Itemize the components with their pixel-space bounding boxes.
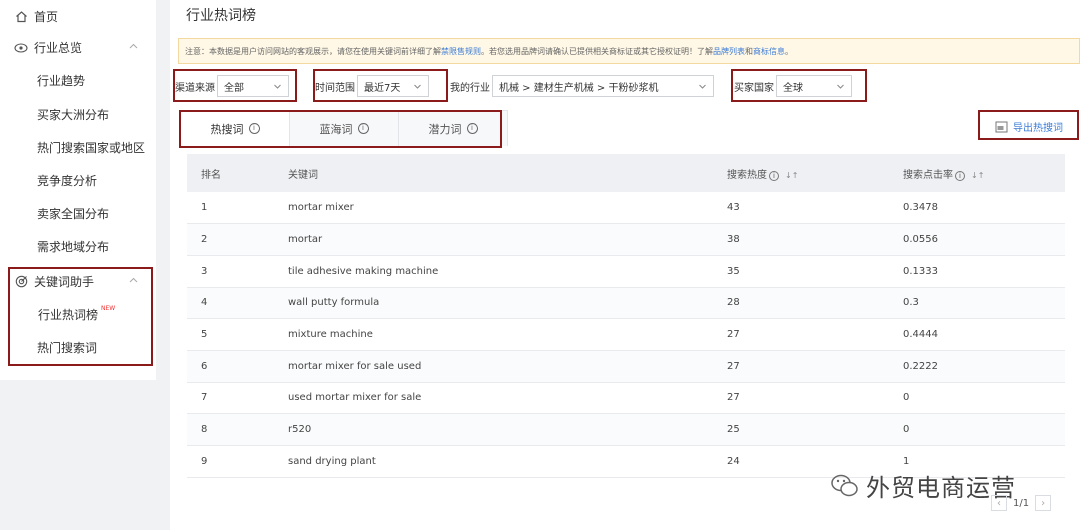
prohibited-rules-link[interactable]: 禁限售规则 xyxy=(441,46,481,57)
pagination: ‹ 1/1 › xyxy=(985,495,1057,511)
search-heat-cell: 43 xyxy=(713,192,889,225)
search-heat-cell: 28 xyxy=(713,287,889,320)
search-heat-cell: 38 xyxy=(713,223,889,256)
search-heat-cell: 27 xyxy=(713,318,889,351)
sidebar-item-overview[interactable]: 行业总览 xyxy=(0,31,156,64)
info-icon[interactable]: i xyxy=(769,170,779,181)
highlight-box xyxy=(731,69,867,102)
click-rate-cell: 0 xyxy=(889,413,1065,446)
industry-filter: 我的行业 机械 > 建材生产机械 > 干粉砂浆机 xyxy=(450,72,714,100)
table-row: 1 mortar mixer 43 0.3478 xyxy=(187,192,1065,225)
search-heat-cell: 27 xyxy=(713,350,889,383)
sidebar-item-buyer-continent[interactable]: 买家大洲分布 xyxy=(0,98,156,131)
table-row: 6 mortar mixer for sale used 27 0.2222 xyxy=(187,350,1065,383)
click-rate-cell: 0.1333 xyxy=(889,255,1065,288)
click-rate-cell: 0.4444 xyxy=(889,318,1065,351)
prev-page-button[interactable]: ‹ xyxy=(991,495,1007,511)
sidebar-item-industry-trend[interactable]: 行业趋势 xyxy=(0,64,156,97)
sort-icon[interactable]: ↓↑ xyxy=(971,171,984,180)
sidebar-item-home[interactable]: 首页 xyxy=(0,0,156,33)
keyword-cell: tile adhesive making machine xyxy=(274,255,713,288)
sidebar-item-hot-countries[interactable]: 热门搜索国家或地区 xyxy=(0,131,156,164)
hot-words-table: 排名 关键词 搜索热度 i ↓↑ 搜索点击率 i ↓↑ 1 mortar mixer 43 0… xyxy=(187,154,1065,478)
eye-icon xyxy=(14,41,28,55)
sidebar-item-competition[interactable]: 竞争度分析 xyxy=(0,164,156,197)
rank-cell: 7 xyxy=(187,382,274,415)
col-search-heat[interactable]: 搜索热度 i ↓↑ xyxy=(713,154,889,192)
table-row: 3 tile adhesive making machine 35 0.1333 xyxy=(187,255,1065,288)
search-heat-cell: 27 xyxy=(713,382,889,415)
sort-icon[interactable]: ↓↑ xyxy=(785,171,798,180)
rank-cell: 8 xyxy=(187,413,274,446)
click-rate-cell: 0.3 xyxy=(889,287,1065,320)
table-row: 8 r520 25 0 xyxy=(187,413,1065,446)
table-row: 2 mortar 38 0.0556 xyxy=(187,223,1065,256)
notice-banner: 注意：本数据是用户访问网站的客观展示，请您在使用关键词前详细了解 禁限售规则 。… xyxy=(178,38,1080,64)
click-rate-cell: 0.3478 xyxy=(889,192,1065,225)
sidebar-item-seller-distribution[interactable]: 卖家全国分布 xyxy=(0,197,156,230)
keyword-cell: wall putty formula xyxy=(274,287,713,320)
keyword-cell: mortar mixer xyxy=(274,192,713,225)
sidebar-item-demand-region[interactable]: 需求地域分布 xyxy=(0,230,156,263)
rank-cell: 6 xyxy=(187,350,274,383)
rank-cell: 2 xyxy=(187,223,274,256)
keyword-cell: used mortar mixer for sale xyxy=(274,382,713,415)
search-heat-cell: 35 xyxy=(713,255,889,288)
keyword-cell: mortar mixer for sale used xyxy=(274,350,713,383)
search-heat-cell: 25 xyxy=(713,413,889,446)
sidebar-item-label: 首页 xyxy=(34,10,59,24)
table-row: 5 mixture machine 27 0.4444 xyxy=(187,318,1065,351)
info-icon[interactable]: i xyxy=(955,170,965,181)
wechat-icon xyxy=(831,474,858,496)
main-panel: 行业热词榜 注意：本数据是用户访问网站的客观展示，请您在使用关键词前详细了解 禁… xyxy=(170,0,1080,530)
keyword-cell: mortar xyxy=(274,223,713,256)
rank-cell: 5 xyxy=(187,318,274,351)
page-indicator: 1/1 xyxy=(1013,497,1030,509)
keyword-cell: sand drying plant xyxy=(274,445,713,478)
industry-select[interactable]: 机械 > 建材生产机械 > 干粉砂浆机 xyxy=(492,75,714,97)
keyword-cell: r520 xyxy=(274,413,713,446)
col-rank: 排名 xyxy=(201,169,221,181)
keyword-cell: mixture machine xyxy=(274,318,713,351)
next-page-button[interactable]: › xyxy=(1035,495,1052,511)
rank-cell: 3 xyxy=(187,255,274,288)
rank-cell: 1 xyxy=(187,192,274,225)
highlight-box xyxy=(978,110,1079,140)
rank-cell: 9 xyxy=(187,445,274,478)
table-row: 7 used mortar mixer for sale 27 0 xyxy=(187,382,1065,415)
brand-list-link[interactable]: 品牌列表 xyxy=(713,46,745,57)
highlight-box xyxy=(173,69,297,102)
home-icon xyxy=(14,10,28,24)
chevron-up-icon[interactable] xyxy=(129,42,138,51)
click-rate-cell: 0.2222 xyxy=(889,350,1065,383)
page-title: 行业热词榜 xyxy=(186,8,256,24)
click-rate-cell: 0.0556 xyxy=(889,223,1065,256)
click-rate-cell: 0 xyxy=(889,382,1065,415)
col-keyword: 关键词 xyxy=(288,169,318,181)
table-row: 4 wall putty formula 28 0.3 xyxy=(187,287,1065,320)
highlight-box xyxy=(8,267,153,366)
col-click-rate[interactable]: 搜索点击率 i ↓↑ xyxy=(889,154,1065,192)
chevron-down-icon xyxy=(699,84,706,89)
sidebar-item-label: 行业总览 xyxy=(34,41,83,55)
table-header: 排名 关键词 搜索热度 i ↓↑ 搜索点击率 i ↓↑ xyxy=(187,154,1065,192)
trademark-info-link[interactable]: 商标信息 xyxy=(753,46,785,57)
highlight-box xyxy=(313,69,448,102)
rank-cell: 4 xyxy=(187,287,274,320)
highlight-box xyxy=(179,110,502,148)
